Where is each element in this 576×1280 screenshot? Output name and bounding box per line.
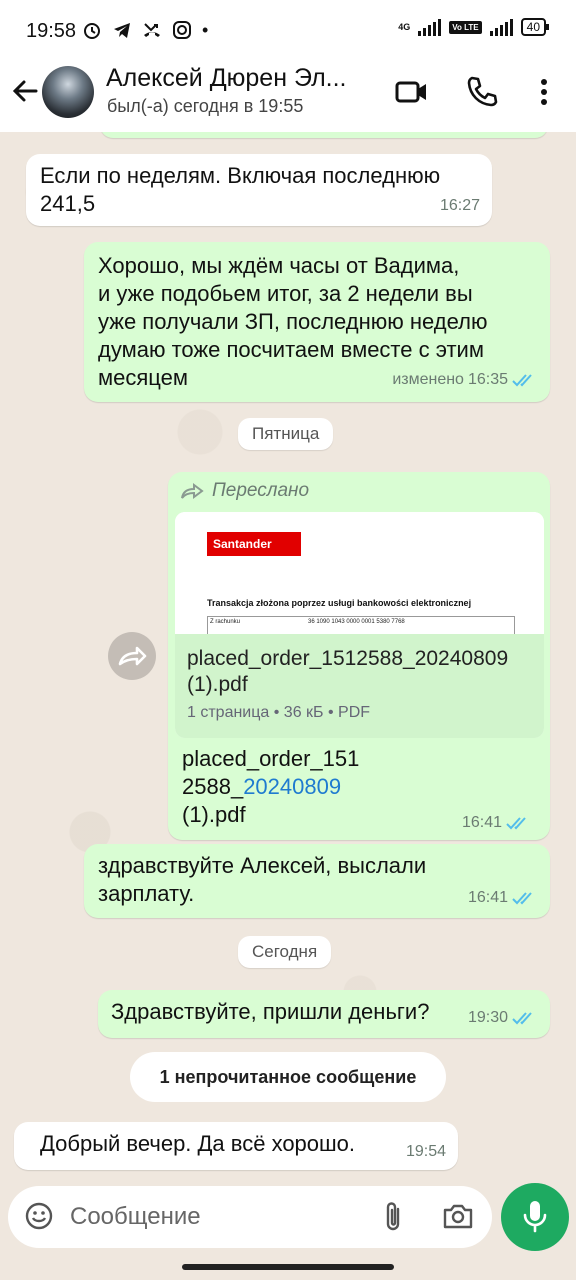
message-bubble-incoming[interactable]: Добрый вечер. Да всё хорошо. 19:54 (14, 1122, 458, 1170)
video-call-icon[interactable] (394, 74, 430, 110)
document-table-value: 36 1090 1043 0000 0001 5380 7768 (308, 619, 405, 625)
share-button[interactable] (108, 632, 156, 680)
document-table: Z rachunku 36 1090 1043 0000 0001 5380 7… (207, 616, 515, 635)
avatar[interactable] (42, 66, 94, 118)
unread-divider: 1 непрочитанное сообщение (130, 1052, 446, 1102)
message-time: 19:54 (405, 1143, 446, 1160)
message-bubble-partial[interactable] (100, 132, 548, 138)
message-time: 16:35 (467, 371, 508, 388)
message-time: 16:41 (462, 814, 503, 831)
status-bar: 19:58 • 4G Vo LTE 40 (0, 0, 576, 62)
voice-record-button[interactable] (501, 1183, 569, 1251)
microphone-icon (523, 1201, 547, 1233)
message-bubble-outgoing[interactable]: здравствуйте Алексей, выслали зарплату. … (84, 844, 550, 918)
more-options-icon[interactable] (526, 74, 562, 110)
read-ticks-icon (512, 374, 532, 387)
caption-line: (1).pdf (182, 802, 246, 827)
phone-call-icon[interactable] (464, 74, 500, 110)
message-time: 16:27 (439, 197, 480, 214)
document-heading: Transakcja złożona poprzez usługi bankow… (207, 598, 472, 608)
message-line: 241,5 (40, 191, 96, 216)
last-seen: был(-а) сегодня в 19:55 (107, 96, 304, 116)
forwarded-label: Переслано (212, 480, 310, 501)
message-text: Добрый вечер. Да всё хорошо. (40, 1131, 356, 1156)
message-meta: 19:54 (406, 1138, 446, 1166)
message-meta: 16:41 (462, 814, 532, 832)
signal-icon (418, 18, 442, 36)
caption-text: 2588_ (182, 774, 244, 799)
message-input[interactable]: Сообщение (70, 1203, 201, 1231)
camera-icon[interactable] (442, 1201, 474, 1231)
message-line: Если по неделям. Включая последнюю (40, 163, 441, 188)
system-icons: 4G Vo LTE 40 (398, 18, 550, 36)
status-time: 19:58 (26, 20, 77, 42)
caption-link[interactable]: 20240809 (243, 774, 341, 799)
volte-badge: Vo LTE (449, 20, 482, 34)
document-details: 1 страница • 36 кБ • PDF (187, 704, 371, 721)
message-line: уже получали ЗП, последнюю неделю (98, 309, 488, 334)
document-preview[interactable]: Santander Transakcja złożona poprzez usł… (175, 512, 544, 635)
telegram-icon (114, 23, 130, 38)
forwarded-row: Переслано (180, 480, 309, 502)
date-separator: Пятница (238, 418, 334, 450)
message-line: зарплату. (98, 881, 195, 906)
message-input-bar[interactable]: Сообщение (8, 1186, 492, 1248)
document-info[interactable]: placed_order_1512588_20240809 (1).pdf 1 … (175, 634, 544, 738)
message-bubble-incoming[interactable]: Если по неделям. Включая последнюю 241,5… (26, 154, 492, 226)
back-arrow-icon[interactable] (10, 76, 40, 106)
document-caption: placed_order_151 2588_20240809 (1).pdf (182, 745, 422, 829)
contact-name[interactable]: Алексей Дюрен Эл... (106, 64, 376, 93)
message-line: и уже подобьем итог, за 2 недели вы (98, 281, 473, 306)
date-separator: Сегодня (238, 936, 332, 968)
battery-icon: 40 (520, 18, 550, 36)
caption-line: 2588_20240809 (182, 773, 422, 801)
read-ticks-icon (512, 892, 532, 905)
instagram-icon (173, 21, 191, 39)
message-line: Хорошо, мы ждём часы от Вадима, (98, 253, 460, 278)
message-line: здравствуйте Алексей, выслали (98, 853, 427, 878)
caption-line: placed_order_151 (182, 746, 360, 771)
read-ticks-icon (506, 817, 526, 830)
notification-icons: • (82, 20, 208, 41)
message-meta: изменено 16:35 (392, 366, 538, 394)
message-time: 16:41 (467, 889, 508, 906)
message-line: думаю тоже посчитаем вместе с этим (98, 337, 484, 362)
read-ticks-icon (512, 1012, 532, 1025)
forwarded-icon (181, 483, 204, 499)
document-card[interactable]: Santander Transakcja złożona poprzez usł… (175, 512, 544, 738)
message-time: 19:30 (467, 1009, 508, 1026)
message-meta: 16:41 (468, 884, 538, 912)
chat-area[interactable]: Если по неделям. Включая последнюю 241,5… (0, 132, 576, 1180)
forward-share-icon (118, 646, 147, 666)
message-text: Если по неделям. Включая последнюю 241,5 (40, 162, 440, 218)
document-file-name: placed_order_1512588_20240809 (1).pdf (187, 647, 509, 696)
message-text: Здравствуйте, пришли деньги? (111, 999, 430, 1024)
dot-icon: • (202, 20, 209, 40)
message-meta: 16:27 (440, 192, 480, 220)
message-meta: 19:30 (468, 1004, 538, 1032)
alarm-icon (84, 23, 100, 39)
message-bubble-outgoing[interactable]: Здравствуйте, пришли деньги? 19:30 (98, 990, 550, 1038)
signal-icon-2 (489, 18, 513, 36)
document-table-label: Z rachunku (210, 619, 241, 625)
gesture-nav-bar[interactable] (182, 1264, 394, 1270)
santander-logo: Santander (207, 532, 301, 556)
edited-label: изменено (392, 371, 464, 388)
attach-icon[interactable] (380, 1200, 406, 1234)
missed-call-icon (144, 23, 160, 37)
network-type: 4G (398, 21, 411, 32)
message-text: здравствуйте Алексей, выслали зарплату. (98, 852, 426, 908)
chat-header: Алексей Дюрен Эл... был(-а) сегодня в 19… (0, 62, 576, 132)
emoji-icon[interactable] (24, 1201, 54, 1231)
message-bubble-outgoing[interactable]: Хорошо, мы ждём часы от Вадима, и уже по… (84, 242, 550, 402)
